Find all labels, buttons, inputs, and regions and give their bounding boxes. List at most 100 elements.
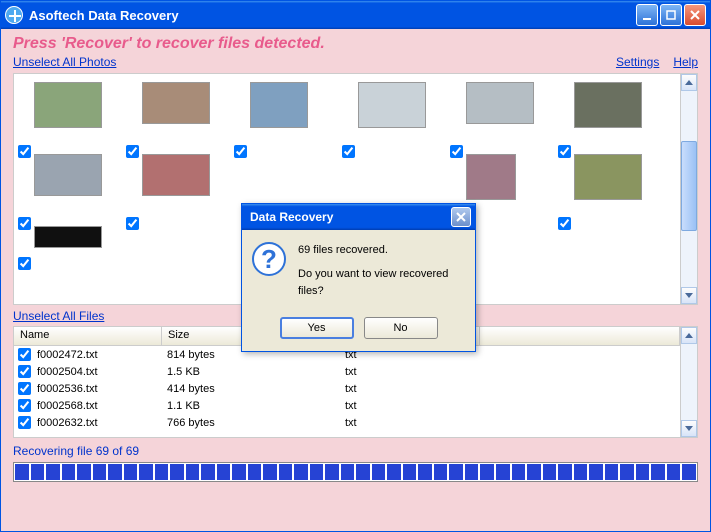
- file-scroll-down[interactable]: [681, 420, 697, 437]
- status-text: Recovering file 69 of 69: [13, 444, 698, 458]
- recovery-dialog: Data Recovery ? 69 files recovered. Do y…: [241, 203, 476, 352]
- progress-segment: [325, 464, 339, 480]
- file-row[interactable]: f0002504.txt1.5 KBtxt: [14, 363, 680, 380]
- file-name-cell: f0002472.txt: [35, 349, 165, 361]
- photo-checkbox[interactable]: [126, 217, 139, 230]
- progress-segment: [543, 464, 557, 480]
- photo-thumb[interactable]: [34, 226, 102, 248]
- photo-thumb[interactable]: [34, 82, 102, 128]
- photo-thumb-wrap: [124, 82, 232, 146]
- photo-scrollbar[interactable]: [680, 74, 697, 304]
- progress-segment: [108, 464, 122, 480]
- minimize-button[interactable]: [636, 4, 658, 26]
- photo-thumb[interactable]: [142, 154, 210, 196]
- file-scrollbar[interactable]: [680, 327, 697, 437]
- no-button[interactable]: No: [364, 317, 438, 339]
- file-checkbox[interactable]: [18, 399, 31, 412]
- scroll-thumb[interactable]: [681, 141, 697, 231]
- progress-segment: [93, 464, 107, 480]
- file-name-cell: f0002568.txt: [35, 400, 165, 412]
- file-row[interactable]: f0002632.txt766 bytestxt: [14, 414, 680, 431]
- progress-segment: [139, 464, 153, 480]
- scroll-up-arrow[interactable]: [681, 74, 697, 91]
- titlebar: Asoftech Data Recovery: [1, 1, 710, 29]
- file-checkbox[interactable]: [18, 348, 31, 361]
- file-ext-cell: txt: [343, 400, 483, 412]
- instruction-text: Press 'Recover' to recover files detecte…: [13, 35, 698, 53]
- scroll-down-arrow[interactable]: [681, 287, 697, 304]
- file-name-cell: f0002536.txt: [35, 383, 165, 395]
- progress-segment: [434, 464, 448, 480]
- photo-thumb-wrap: [556, 82, 664, 146]
- progress-segment: [636, 464, 650, 480]
- progress-segment: [620, 464, 634, 480]
- yes-button[interactable]: Yes: [280, 317, 354, 339]
- close-button[interactable]: [684, 4, 706, 26]
- photo-thumb[interactable]: [574, 154, 642, 200]
- scroll-track[interactable]: [681, 91, 697, 287]
- file-ext-cell: txt: [343, 383, 483, 395]
- progress-segment: [263, 464, 277, 480]
- photo-thumb[interactable]: [574, 82, 642, 128]
- photo-checkbox[interactable]: [18, 257, 31, 270]
- progress-segment: [372, 464, 386, 480]
- file-name-cell: f0002504.txt: [35, 366, 165, 378]
- progress-segment: [449, 464, 463, 480]
- progress-segment: [124, 464, 138, 480]
- dialog-line1: 69 files recovered.: [298, 242, 465, 260]
- photo-thumb-wrap: [232, 82, 340, 146]
- progress-segment: [651, 464, 665, 480]
- unselect-all-photos-link[interactable]: Unselect All Photos: [13, 55, 116, 69]
- file-checkbox[interactable]: [18, 382, 31, 395]
- photo-thumb[interactable]: [466, 82, 534, 124]
- progress-segment: [341, 464, 355, 480]
- dialog-line2: Do you want to view recovered files?: [298, 266, 465, 301]
- progress-segment: [232, 464, 246, 480]
- file-size-cell: 414 bytes: [165, 383, 343, 395]
- progress-segment: [480, 464, 494, 480]
- dialog-message: 69 files recovered. Do you want to view …: [298, 242, 465, 301]
- progress-segment: [248, 464, 262, 480]
- photo-checkbox[interactable]: [558, 217, 571, 230]
- progress-segment: [186, 464, 200, 480]
- progress-segment: [667, 464, 681, 480]
- progress-segment: [512, 464, 526, 480]
- progress-segment: [217, 464, 231, 480]
- photo-thumb[interactable]: [250, 82, 308, 128]
- progress-segment: [465, 464, 479, 480]
- progress-segment: [77, 464, 91, 480]
- col-header-spacer: [480, 327, 680, 345]
- file-name-cell: f0002632.txt: [35, 417, 165, 429]
- window-title: Asoftech Data Recovery: [29, 8, 179, 23]
- photo-thumb[interactable]: [358, 82, 426, 128]
- file-row[interactable]: f0002536.txt414 bytestxt: [14, 380, 680, 397]
- progress-segment: [62, 464, 76, 480]
- photo-thumb[interactable]: [142, 82, 210, 124]
- progress-segment: [387, 464, 401, 480]
- progress-segment: [605, 464, 619, 480]
- photo-thumb[interactable]: [34, 154, 102, 196]
- progress-segment: [418, 464, 432, 480]
- file-size-cell: 1.5 KB: [165, 366, 343, 378]
- photo-checkbox[interactable]: [234, 145, 247, 158]
- dialog-title: Data Recovery: [250, 210, 333, 224]
- file-scroll-track[interactable]: [681, 344, 697, 420]
- file-checkbox[interactable]: [18, 416, 31, 429]
- help-link[interactable]: Help: [673, 55, 698, 69]
- progress-bar: [13, 462, 698, 482]
- file-row[interactable]: f0002568.txt1.1 KBtxt: [14, 397, 680, 414]
- maximize-button[interactable]: [660, 4, 682, 26]
- photo-checkbox[interactable]: [342, 145, 355, 158]
- progress-segment: [574, 464, 588, 480]
- settings-link[interactable]: Settings: [616, 55, 659, 69]
- progress-segment: [155, 464, 169, 480]
- progress-segment: [403, 464, 417, 480]
- file-scroll-up[interactable]: [681, 327, 697, 344]
- progress-segment: [589, 464, 603, 480]
- photo-thumb[interactable]: [466, 154, 516, 200]
- photo-thumb-wrap: [340, 82, 448, 146]
- dialog-close-button[interactable]: [451, 207, 471, 227]
- file-checkbox[interactable]: [18, 365, 31, 378]
- app-icon: [5, 6, 23, 24]
- col-header-name[interactable]: Name: [14, 327, 162, 345]
